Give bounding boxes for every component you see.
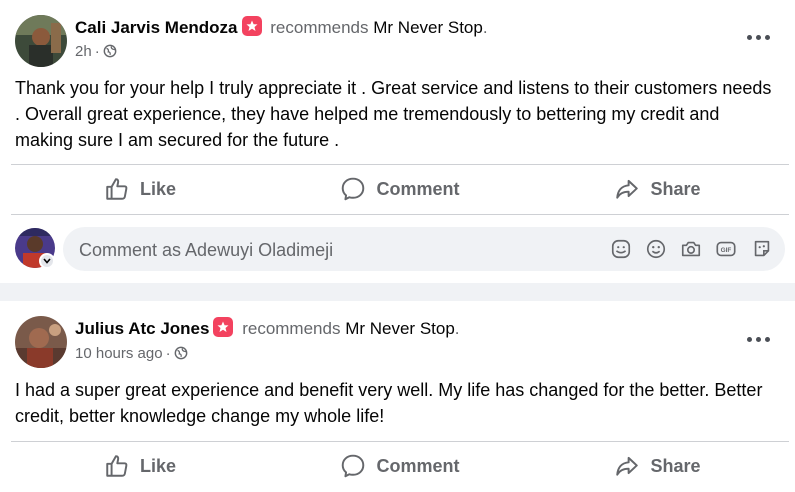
author-name[interactable]: Julius Atc Jones [75,319,209,338]
more-options-button[interactable] [745,27,775,47]
page-name-link[interactable]: Mr Never Stop [345,319,455,338]
like-icon [106,455,128,477]
gif-icon[interactable]: GIF [715,238,737,260]
meta-dot: · [94,43,100,60]
page-name-link[interactable]: Mr Never Stop [373,18,483,37]
author-avatar[interactable] [15,15,67,67]
sticker-icon[interactable] [610,238,632,260]
like-label: Like [139,178,177,199]
post-text: I had a super great experience and benef… [15,380,763,426]
comment-icon [342,454,365,478]
post-header: Cali Jarvis Mendoza recommends Mr Never … [75,16,488,38]
share-icon [616,179,639,199]
divider [11,441,789,442]
post-header: Julius Atc Jones recommends Mr Never Sto… [75,317,460,339]
like-button[interactable]: Like [10,167,270,211]
post-meta: 2h · [75,43,117,60]
recommend-badge-icon [213,317,234,337]
comment-icon [342,177,365,201]
comment-button[interactable]: Comment [270,167,530,211]
page-suffix: . [454,319,460,338]
post-time[interactable]: 2h [75,43,92,60]
like-label: Like [139,455,177,476]
globe-icon [103,44,117,58]
post-text: Thank you for your help I truly apprecia… [15,78,772,150]
recommends-text: recommends [242,319,341,338]
author-avatar[interactable] [15,316,67,368]
emoji-icon[interactable] [645,238,667,260]
divider [11,164,789,165]
post-time[interactable]: 10 hours ago [75,345,163,362]
comment-button[interactable]: Comment [270,444,530,488]
share-label: Share [650,455,701,476]
like-button[interactable]: Like [10,444,270,488]
avatar-sticker-icon[interactable] [751,238,773,260]
post-card: Julius Atc Jones recommends Mr Never Sto… [0,301,795,492]
recommend-badge-icon [241,16,262,36]
share-button[interactable]: Share [530,167,785,211]
svg-text:GIF: GIF [721,247,732,254]
camera-icon[interactable] [680,238,702,260]
like-icon [106,178,128,200]
comment-label: Comment [376,455,460,476]
author-name[interactable]: Cali Jarvis Mendoza [75,18,238,37]
share-label: Share [650,178,701,199]
recommends-text: recommends [270,18,369,37]
divider [11,214,789,215]
account-switch-chevron-icon[interactable] [39,253,55,269]
meta-dot: · [165,345,171,362]
comment-label: Comment [376,178,460,199]
comment-input[interactable] [77,227,601,273]
page-suffix: . [482,18,488,37]
globe-icon [174,346,187,360]
post-card: Cali Jarvis Mendoza recommends Mr Never … [0,0,795,283]
comment-input-container: GIF [63,227,785,273]
share-button[interactable]: Share [530,444,785,488]
share-icon [616,456,639,476]
post-meta: 10 hours ago · [75,345,188,362]
more-options-button[interactable] [745,329,775,349]
